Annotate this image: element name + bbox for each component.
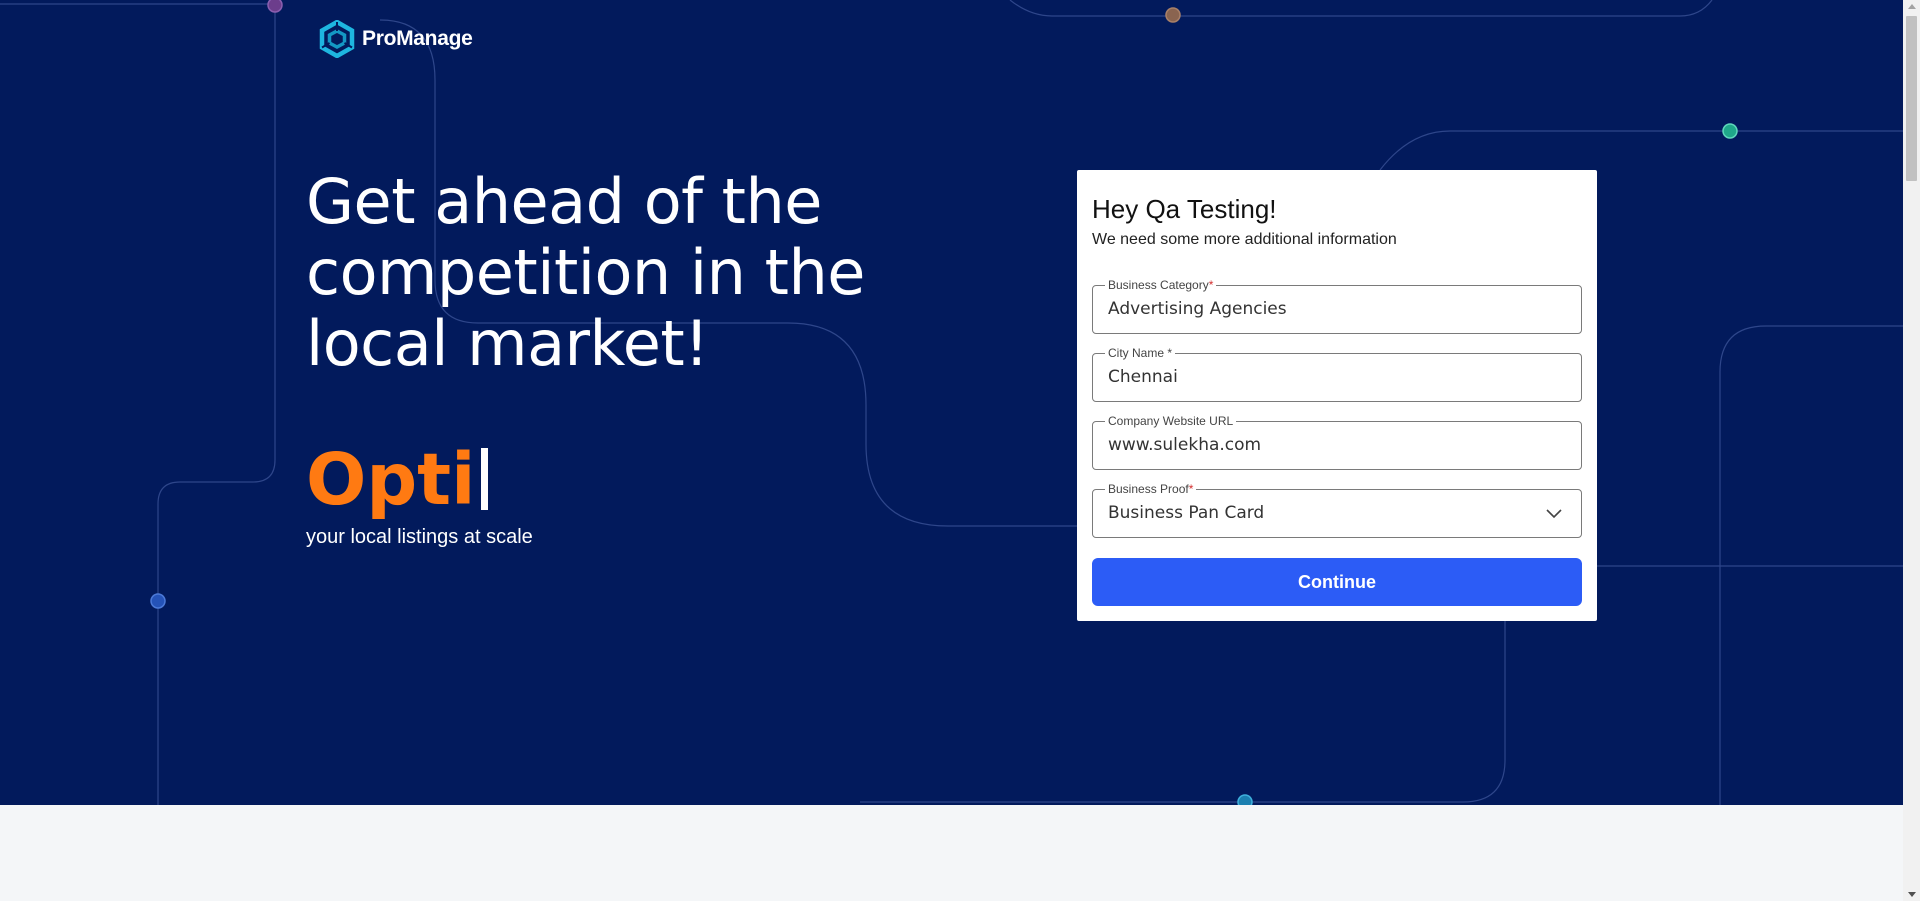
- company-website-url-value: www.sulekha.com: [1108, 435, 1262, 455]
- business-category-value: Advertising Agencies: [1108, 299, 1287, 319]
- business-proof-label: Business Proof*: [1105, 482, 1197, 496]
- brand-logo[interactable]: ProManage: [318, 20, 473, 58]
- city-name-label: City Name *: [1105, 346, 1176, 360]
- typing-cursor: [481, 448, 489, 510]
- continue-button[interactable]: Continue: [1092, 558, 1582, 606]
- typed-text: Opti: [306, 438, 489, 521]
- business-category-label: Business Category*: [1105, 278, 1217, 292]
- hero-headline: Get ahead of the competition in the loca…: [306, 165, 865, 380]
- scroll-down-arrow-icon[interactable]: [1908, 892, 1916, 897]
- business-proof-value: Business Pan Card: [1108, 503, 1265, 523]
- form-title: Hey Qa Testing!: [1092, 194, 1277, 224]
- brand-name: ProManage: [362, 27, 473, 50]
- typed-word: Opti: [306, 438, 476, 521]
- city-name-field[interactable]: City Name * Chennai: [1092, 346, 1582, 402]
- business-category-field[interactable]: Business Category* Advertising Agencies: [1092, 278, 1582, 334]
- hero-section: ProManage Get ahead of the competition i…: [0, 0, 1903, 805]
- hero-tagline: your local listings at scale: [306, 526, 533, 548]
- company-website-url-field[interactable]: Company Website URL www.sulekha.com: [1092, 414, 1582, 470]
- scrollbar-thumb[interactable]: [1906, 16, 1917, 181]
- business-proof-select[interactable]: Business Proof* Business Pan Card: [1092, 482, 1582, 538]
- city-name-value: Chennai: [1108, 367, 1178, 387]
- page-scrollbar[interactable]: [1903, 0, 1920, 901]
- chevron-down-icon[interactable]: [1545, 506, 1563, 520]
- form-subtitle: We need some more additional information: [1092, 231, 1397, 248]
- additional-info-form: Hey Qa Testing! We need some more additi…: [1077, 170, 1597, 621]
- scroll-up-arrow-icon[interactable]: [1908, 4, 1916, 9]
- promanage-hexagon-logo-icon: [319, 20, 355, 58]
- company-website-url-label: Company Website URL: [1105, 414, 1237, 428]
- decorative-circuit-lines: [0, 0, 1903, 805]
